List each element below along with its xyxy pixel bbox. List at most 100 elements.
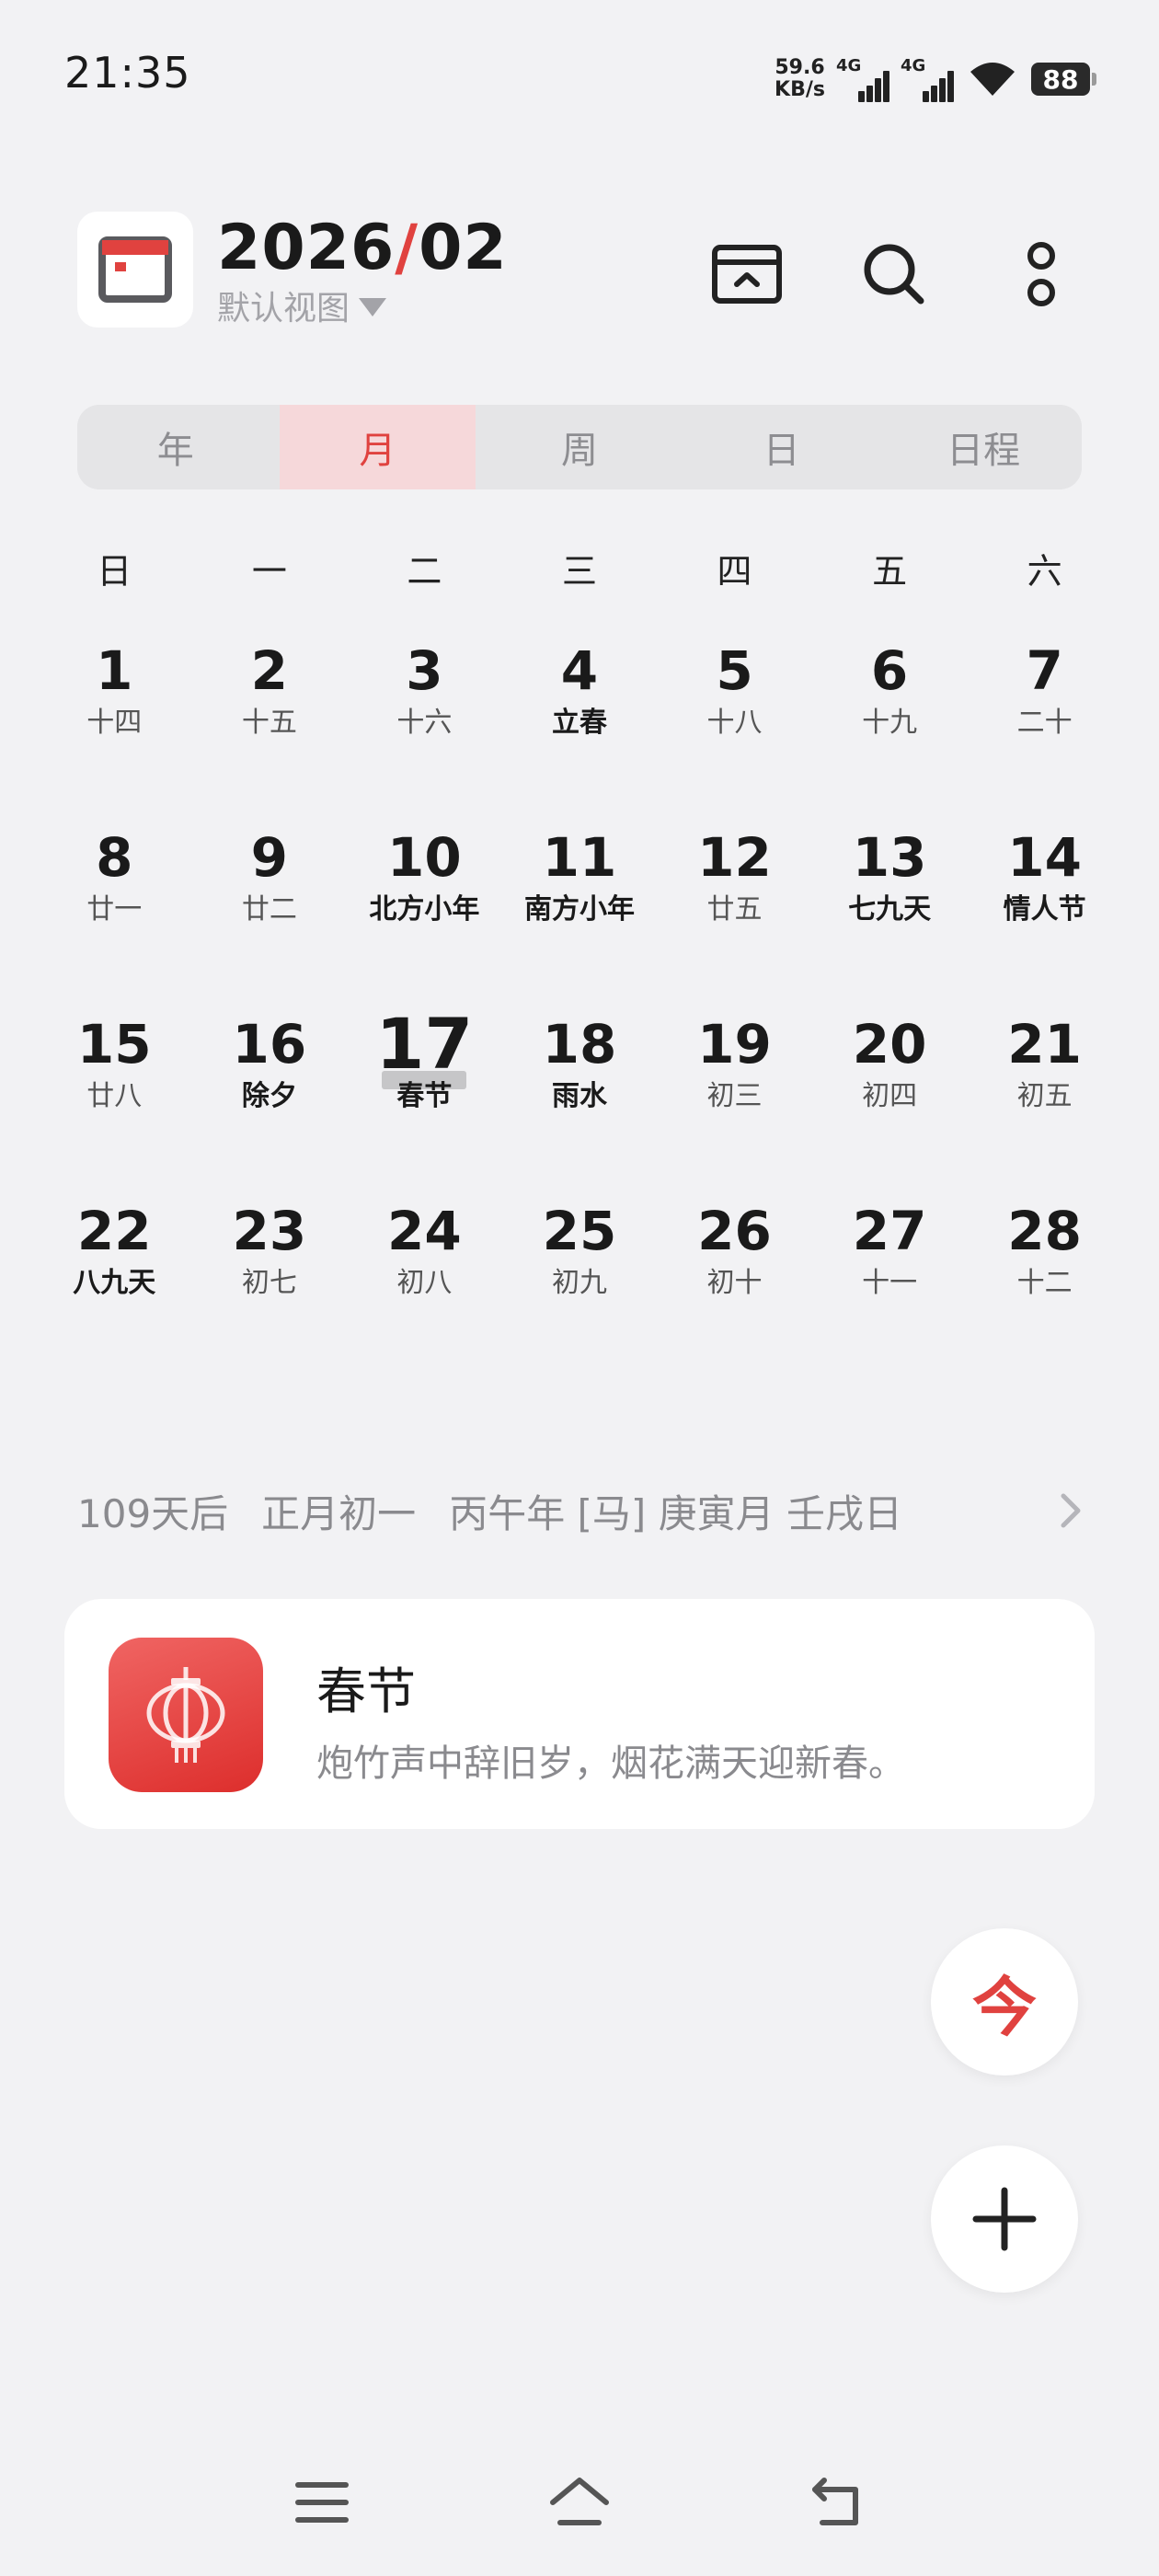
calendar-app-icon [98,236,172,303]
day-number: 22 [76,1200,152,1262]
network-speed-value: 59.6 [775,56,825,79]
festival-card[interactable]: 春节 炮竹声中辞旧岁，烟花满天迎新春。 [64,1599,1095,1829]
day-number: 3 [406,639,443,702]
day-cell[interactable]: 6 十九 [812,635,968,822]
day-cell[interactable]: 8 廿一 [37,822,192,1008]
weekday-label: 三 [561,551,597,592]
day-cell[interactable]: 2 十五 [192,635,348,822]
add-event-button[interactable] [931,2145,1078,2293]
lunar-info-row[interactable]: 109天后 正月初一 丙午年 [马] 庚寅月 壬戌日 [77,1483,1089,1538]
plus-icon [972,2187,1037,2251]
day-cell[interactable]: 20 初四 [812,1008,968,1195]
day-number: 20 [852,1013,927,1075]
signal-icon: 4G [901,56,954,102]
lunar-label: 除夕 [241,1080,297,1112]
lunar-label: 初九 [551,1267,607,1299]
day-cell[interactable]: 9 廿二 [192,822,348,1008]
day-cell[interactable]: 15 廿八 [37,1008,192,1195]
day-number: 27 [852,1200,927,1262]
sim2-network-label: 4G [901,56,926,75]
search-button[interactable] [846,226,942,322]
day-cell[interactable]: 7 二十 [967,635,1122,822]
day-cell[interactable]: 18 雨水 [502,1008,658,1195]
day-number: 23 [232,1200,307,1262]
menu-icon [295,2482,349,2523]
view-selector-label: 默认视图 [217,290,350,328]
day-cell[interactable]: 23 初七 [192,1195,348,1382]
week-row: 15 廿八 16 除夕 17 春节 18 雨水 19 初三 20 初四 21 初五 [37,1008,1122,1195]
weekday-label: 一 [251,551,287,592]
lunar-label: 情人节 [1003,893,1086,926]
app-icon[interactable] [77,212,193,328]
system-nav-bar [0,2466,1159,2548]
view-tabs: 年 月 周 日 日程 [77,405,1082,489]
tab-week[interactable]: 周 [481,405,678,489]
day-cell-today[interactable]: 17 春节 [347,1008,502,1195]
lunar-label: 二十 [1016,707,1073,739]
day-number: 18 [542,1013,617,1075]
week-row: 1 十四 2 十五 3 十六 4 立春 5 十八 6 十九 7 二十 [37,635,1122,822]
lunar-label: 十四 [86,707,143,739]
day-cell[interactable]: 1 十四 [37,635,192,822]
day-cell[interactable]: 27 十一 [812,1195,968,1382]
lunar-label: 春节 [396,1080,453,1112]
day-cell[interactable]: 5 十八 [657,635,812,822]
lunar-label: 南方小年 [523,893,635,926]
tab-month[interactable]: 月 [279,405,476,489]
day-cell[interactable]: 28 十二 [967,1195,1122,1382]
network-speed-unit: KB/s [775,78,825,101]
day-number: 12 [697,826,772,889]
day-cell[interactable]: 22 八九天 [37,1195,192,1382]
day-cell[interactable]: 26 初十 [657,1195,812,1382]
lunar-label: 八九天 [73,1267,156,1299]
calendar-view-button[interactable] [699,226,795,322]
week-row: 22 八九天 23 初七 24 初八 25 初九 26 初十 27 十一 28 十二 [37,1195,1122,1382]
lunar-label: 初三 [706,1080,763,1112]
day-number: 28 [1007,1200,1083,1262]
tab-day[interactable]: 日 [683,405,880,489]
lunar-label: 廿一 [86,893,143,926]
lunar-label: 十六 [396,707,453,739]
view-selector[interactable]: 默认视图 [217,282,387,329]
day-cell[interactable]: 14 情人节 [967,822,1122,1008]
lunar-label: 十二 [1016,1267,1073,1299]
tab-agenda[interactable]: 日程 [885,405,1082,489]
day-cell[interactable]: 24 初八 [347,1195,502,1382]
day-number: 9 [250,826,289,889]
more-button[interactable] [993,226,1089,322]
day-cell[interactable]: 4 立春 [502,635,658,822]
day-cell[interactable]: 12 廿五 [657,822,812,1008]
lunar-label: 雨水 [551,1080,607,1112]
weekday-label: 四 [717,551,752,592]
day-number: 8 [96,826,133,889]
festival-title: 春节 [316,1662,416,1720]
week-row: 8 廿一 9 廿二 10 北方小年 11 南方小年 12 廿五 13 七九天 14 情人节 [37,822,1122,1008]
day-cell[interactable]: 25 初九 [502,1195,658,1382]
header-actions [699,226,1089,322]
day-cell[interactable]: 21 初五 [967,1008,1122,1195]
day-cell[interactable]: 16 除夕 [192,1008,348,1195]
tab-year[interactable]: 年 [77,405,274,489]
battery-icon: 88 [1031,63,1096,96]
day-number: 14 [1007,826,1083,889]
recent-apps-button[interactable] [285,2466,359,2539]
day-number: 24 [387,1200,462,1262]
home-button[interactable] [543,2466,616,2539]
day-cell[interactable]: 13 七九天 [812,822,968,1008]
back-icon [812,2478,858,2525]
day-cell[interactable]: 11 南方小年 [502,822,658,1008]
back-button[interactable] [800,2466,874,2539]
signal-icon: 4G [836,56,889,102]
lunar-label: 初十 [706,1267,763,1299]
status-indicators: 59.6 KB/s 4G 4G 88 [775,52,1096,107]
weekday-label: 六 [1027,551,1062,592]
day-cell[interactable]: 3 十六 [347,635,502,822]
day-cell[interactable]: 10 北方小年 [347,822,502,1008]
festival-description: 炮竹声中辞旧岁，烟花满天迎新春。 [316,1742,905,1785]
today-button[interactable]: 今 [931,1928,1078,2076]
month-title[interactable]: 2026/02 [217,212,508,285]
year-label: 2026 [217,212,396,284]
weekday-label: 日 [97,551,132,592]
day-number: 17 [375,1003,474,1085]
day-cell[interactable]: 19 初三 [657,1008,812,1195]
